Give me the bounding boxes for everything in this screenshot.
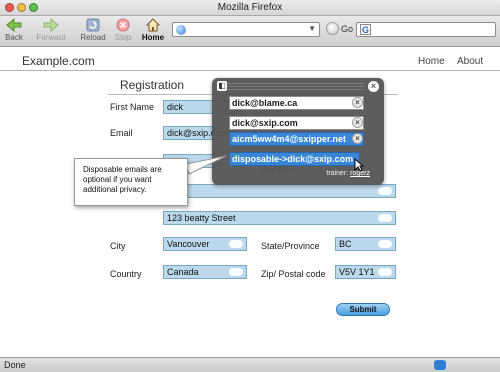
- state-value: BC: [339, 239, 352, 249]
- page-title: Registration: [120, 78, 185, 92]
- first-name-label: First Name: [110, 102, 155, 112]
- city-label: City: [110, 241, 126, 251]
- status-text: Done: [4, 360, 26, 370]
- tooltip-text: Disposable emails are optional if you wa…: [83, 165, 162, 194]
- window-title: Mozilla Firefox: [217, 2, 283, 13]
- autofill-icon: [378, 187, 392, 195]
- site-name: Example.com: [22, 54, 95, 68]
- extension-icon[interactable]: [434, 360, 446, 370]
- status-bar: Done: [0, 357, 500, 372]
- google-search-engine-icon[interactable]: G: [360, 24, 371, 35]
- pointer-cursor-icon: [354, 158, 364, 172]
- nav-about-link[interactable]: About: [457, 56, 483, 67]
- delete-option-icon[interactable]: ×: [352, 97, 363, 108]
- stop-icon: [114, 17, 132, 33]
- state-field[interactable]: BC: [335, 237, 396, 251]
- forward-arrow-icon: [42, 17, 60, 33]
- email-option-selected[interactable]: disposable->dick@sxip.com: [229, 152, 360, 166]
- autofill-icon: [378, 268, 392, 276]
- privacy-tooltip: Disposable emails are optional if you wa…: [74, 158, 188, 206]
- trainer-label: trainer:: [326, 170, 349, 177]
- email-label: Email: [110, 128, 133, 138]
- address-field[interactable]: 23: [163, 184, 396, 198]
- city-field[interactable]: Vancouver: [163, 237, 247, 251]
- city-value: Vancouver: [167, 239, 210, 249]
- autofill-icon: [229, 268, 243, 276]
- chevron-down-icon[interactable]: ▼: [308, 24, 316, 33]
- postal-value: V5V 1Y1: [339, 267, 375, 277]
- address2-value: 123 beatty Street: [167, 213, 236, 223]
- country-field[interactable]: Canada: [163, 265, 247, 279]
- go-button[interactable]: [326, 22, 339, 35]
- delete-option-icon[interactable]: ×: [352, 133, 363, 144]
- drag-handle[interactable]: [228, 83, 364, 91]
- stop-button[interactable]: Stop: [113, 17, 133, 43]
- callout-pointer: [186, 155, 227, 175]
- search-input[interactable]: G: [356, 22, 496, 37]
- country-label: Country: [110, 269, 142, 279]
- house-icon: [144, 17, 162, 33]
- postal-field[interactable]: V5V 1Y1: [335, 265, 396, 279]
- go-label[interactable]: Go: [341, 24, 353, 34]
- autofill-icon: [378, 214, 392, 222]
- reload-icon: [84, 17, 102, 33]
- email-option[interactable]: dick@sxip.com: [229, 116, 364, 130]
- nav-home-link[interactable]: Home: [418, 56, 445, 67]
- delete-option-icon[interactable]: ×: [352, 117, 363, 128]
- autofill-icon: [229, 240, 243, 248]
- url-bar[interactable]: ▼: [172, 22, 320, 37]
- reload-button[interactable]: Reload: [79, 17, 107, 43]
- country-value: Canada: [167, 267, 199, 277]
- header-divider: [0, 70, 500, 71]
- back-button[interactable]: Back: [4, 17, 24, 43]
- autofill-icon: [378, 240, 392, 248]
- email-option[interactable]: dick@blame.ca: [229, 96, 364, 110]
- state-label: State/Province: [261, 241, 320, 251]
- site-globe-icon: [176, 25, 186, 35]
- address2-field[interactable]: 123 beatty Street: [163, 211, 396, 225]
- title-bar: Mozilla Firefox: [0, 0, 500, 16]
- first-name-value: dick: [167, 102, 184, 112]
- sxipper-logo-icon: ◧: [217, 81, 227, 91]
- postal-label: Zip/ Postal code: [261, 269, 326, 279]
- close-icon[interactable]: ×: [368, 81, 379, 92]
- forward-button[interactable]: Forward: [34, 17, 68, 43]
- home-button[interactable]: Home: [140, 17, 166, 43]
- email-field[interactable]: dick@sxip.com: [163, 126, 228, 140]
- submit-button[interactable]: Submit: [336, 303, 390, 316]
- email-option[interactable]: aicm5ww4m4@sxipper.net: [229, 132, 364, 146]
- back-arrow-icon: [5, 17, 23, 33]
